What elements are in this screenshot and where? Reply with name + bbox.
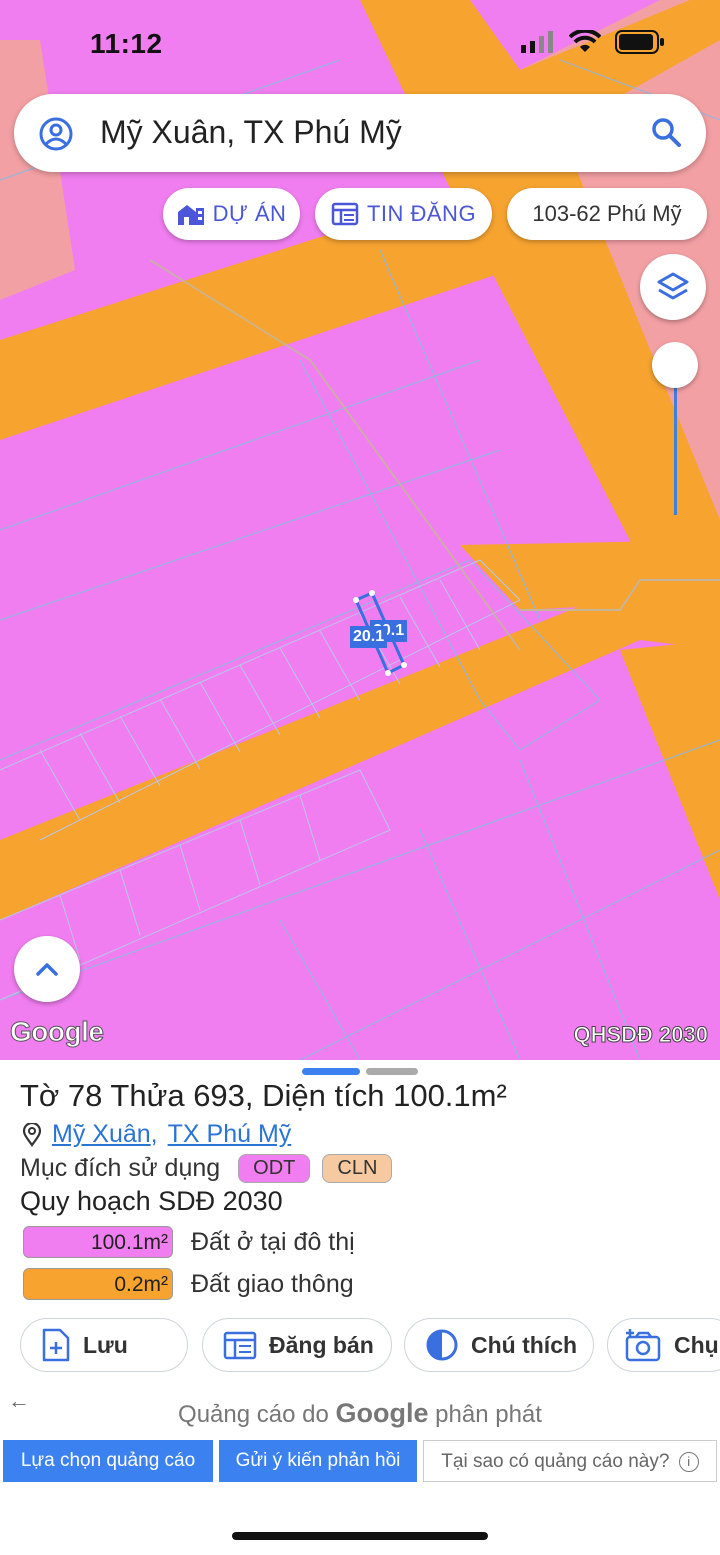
search-input[interactable]: Mỹ Xuân, TX Phú Mỹ <box>100 114 402 151</box>
location-pin-icon <box>22 1122 42 1147</box>
save-button-label: Lưu <box>83 1331 128 1358</box>
land-use-name: Đất ở tại đô thị <box>191 1227 355 1256</box>
location-separator: , <box>150 1120 158 1148</box>
land-use-area-bar: 0.2m² <box>23 1268 173 1300</box>
purpose-label: Mục đích sử dụng <box>20 1154 221 1182</box>
parcel-location: Mỹ Xuân , TX Phú Mỹ <box>22 1120 291 1149</box>
ads-google-brand: Google <box>335 1398 429 1428</box>
search-bar[interactable]: Mỹ Xuân, TX Phú Mỹ <box>14 94 706 172</box>
legend-button[interactable]: Chú thích <box>404 1318 594 1372</box>
why-this-ad-label: Tại sao có quảng cáo này? <box>441 1451 670 1472</box>
listing-icon <box>331 202 359 226</box>
land-use-row: 0.2m² Đất giao thông <box>23 1268 354 1300</box>
why-this-ad-button[interactable]: Tại sao có quảng cáo này? i <box>423 1440 717 1482</box>
wifi-icon <box>569 30 601 52</box>
land-use-row: 100.1m² Đất ở tại đô thị <box>23 1226 355 1258</box>
chip-projects-label: DỰ ÁN <box>212 201 287 226</box>
land-use-area-bar: 100.1m² <box>23 1226 173 1258</box>
capture-button[interactable]: Chụ <box>607 1318 720 1372</box>
chip-listings-label: TIN ĐĂNG <box>366 201 477 226</box>
land-purpose-row: Mục đích sử dụng ODT CLN <box>20 1154 393 1183</box>
ads-suffix: phân phát <box>435 1401 542 1428</box>
land-use-name: Đất giao thông <box>191 1269 354 1298</box>
save-add-icon <box>42 1328 70 1362</box>
account-circle-icon[interactable] <box>38 116 74 152</box>
chip-map-sheet[interactable]: 103-62 Phú Mỹ <box>507 188 707 240</box>
chevron-up-icon <box>36 963 58 976</box>
building-icon <box>177 205 204 225</box>
save-button[interactable]: Lưu <box>20 1318 188 1372</box>
camera-icon <box>625 1329 661 1362</box>
legend-icon <box>426 1329 458 1361</box>
post-sale-button[interactable]: Đăng bán <box>202 1318 392 1372</box>
ads-attribution: Quảng cáo do Google phân phát <box>0 1398 720 1429</box>
parcel-title: Tờ 78 Thửa 693, Diện tích 100.1m² <box>20 1078 507 1113</box>
signal-icon <box>521 31 553 53</box>
ad-choices-button[interactable]: Lựa chọn quảng cáo <box>3 1440 213 1482</box>
sheet-handle[interactable] <box>366 1068 418 1075</box>
google-logo: Google <box>9 1016 104 1048</box>
map-layer-tag: QHSDĐ 2030 <box>573 1022 709 1048</box>
opacity-slider-knob[interactable] <box>652 342 698 388</box>
battery-icon <box>615 30 664 54</box>
ad-feedback-button[interactable]: Gửi ý kiến phản hồi <box>219 1440 417 1482</box>
post-sale-icon <box>223 1331 257 1360</box>
chip-projects[interactable]: DỰ ÁN <box>163 188 300 240</box>
purpose-tag-odt[interactable]: ODT <box>238 1154 311 1183</box>
ads-prefix: Quảng cáo do <box>178 1401 329 1428</box>
layers-icon <box>657 272 689 300</box>
post-sale-button-label: Đăng bán <box>269 1331 374 1358</box>
location-town-link[interactable]: TX Phú Mỹ <box>168 1120 292 1149</box>
chip-listings[interactable]: TIN ĐĂNG <box>315 188 492 240</box>
plot-edge-label: 20.1 <box>350 626 388 648</box>
search-icon[interactable] <box>650 116 682 148</box>
layers-button[interactable] <box>640 254 706 320</box>
info-icon: i <box>678 1451 699 1472</box>
location-ward-link[interactable]: Mỹ Xuân <box>52 1120 151 1149</box>
sheet-handle-active[interactable] <box>302 1068 360 1075</box>
map-view[interactable]: 20.1 20.1 11:12 Mỹ Xuân, TX Phú Mỹ DỰ ÁN… <box>0 0 720 1060</box>
home-indicator[interactable] <box>232 1532 488 1540</box>
expand-sheet-button[interactable] <box>14 936 80 1002</box>
chip-map-sheet-label: 103-62 Phú Mỹ <box>532 201 682 226</box>
status-time: 11:12 <box>90 28 163 59</box>
capture-button-label: Chụ <box>674 1331 719 1358</box>
legend-button-label: Chú thích <box>471 1331 578 1358</box>
status-bar: 11:12 <box>0 22 720 66</box>
purpose-tag-cln[interactable]: CLN <box>322 1154 393 1183</box>
plan-title: Quy hoạch SDĐ 2030 <box>20 1186 283 1216</box>
